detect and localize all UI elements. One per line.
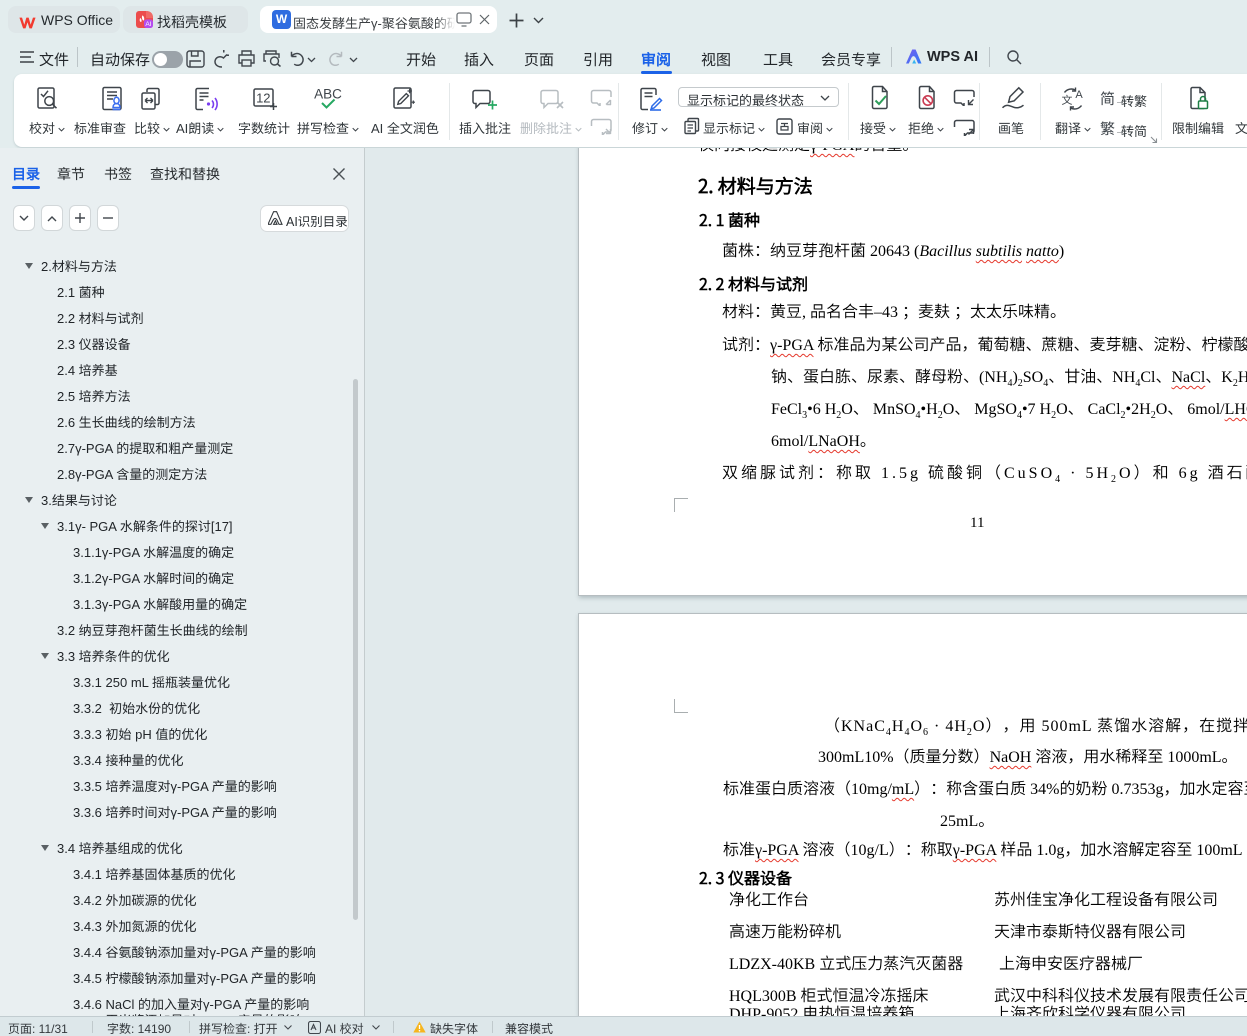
svg-text:12: 12 bbox=[256, 91, 270, 106]
svg-text:ABC: ABC bbox=[314, 87, 342, 102]
svg-text:A: A bbox=[1075, 89, 1083, 101]
svg-text:AI: AI bbox=[145, 21, 151, 28]
svg-text:文: 文 bbox=[1062, 92, 1073, 108]
